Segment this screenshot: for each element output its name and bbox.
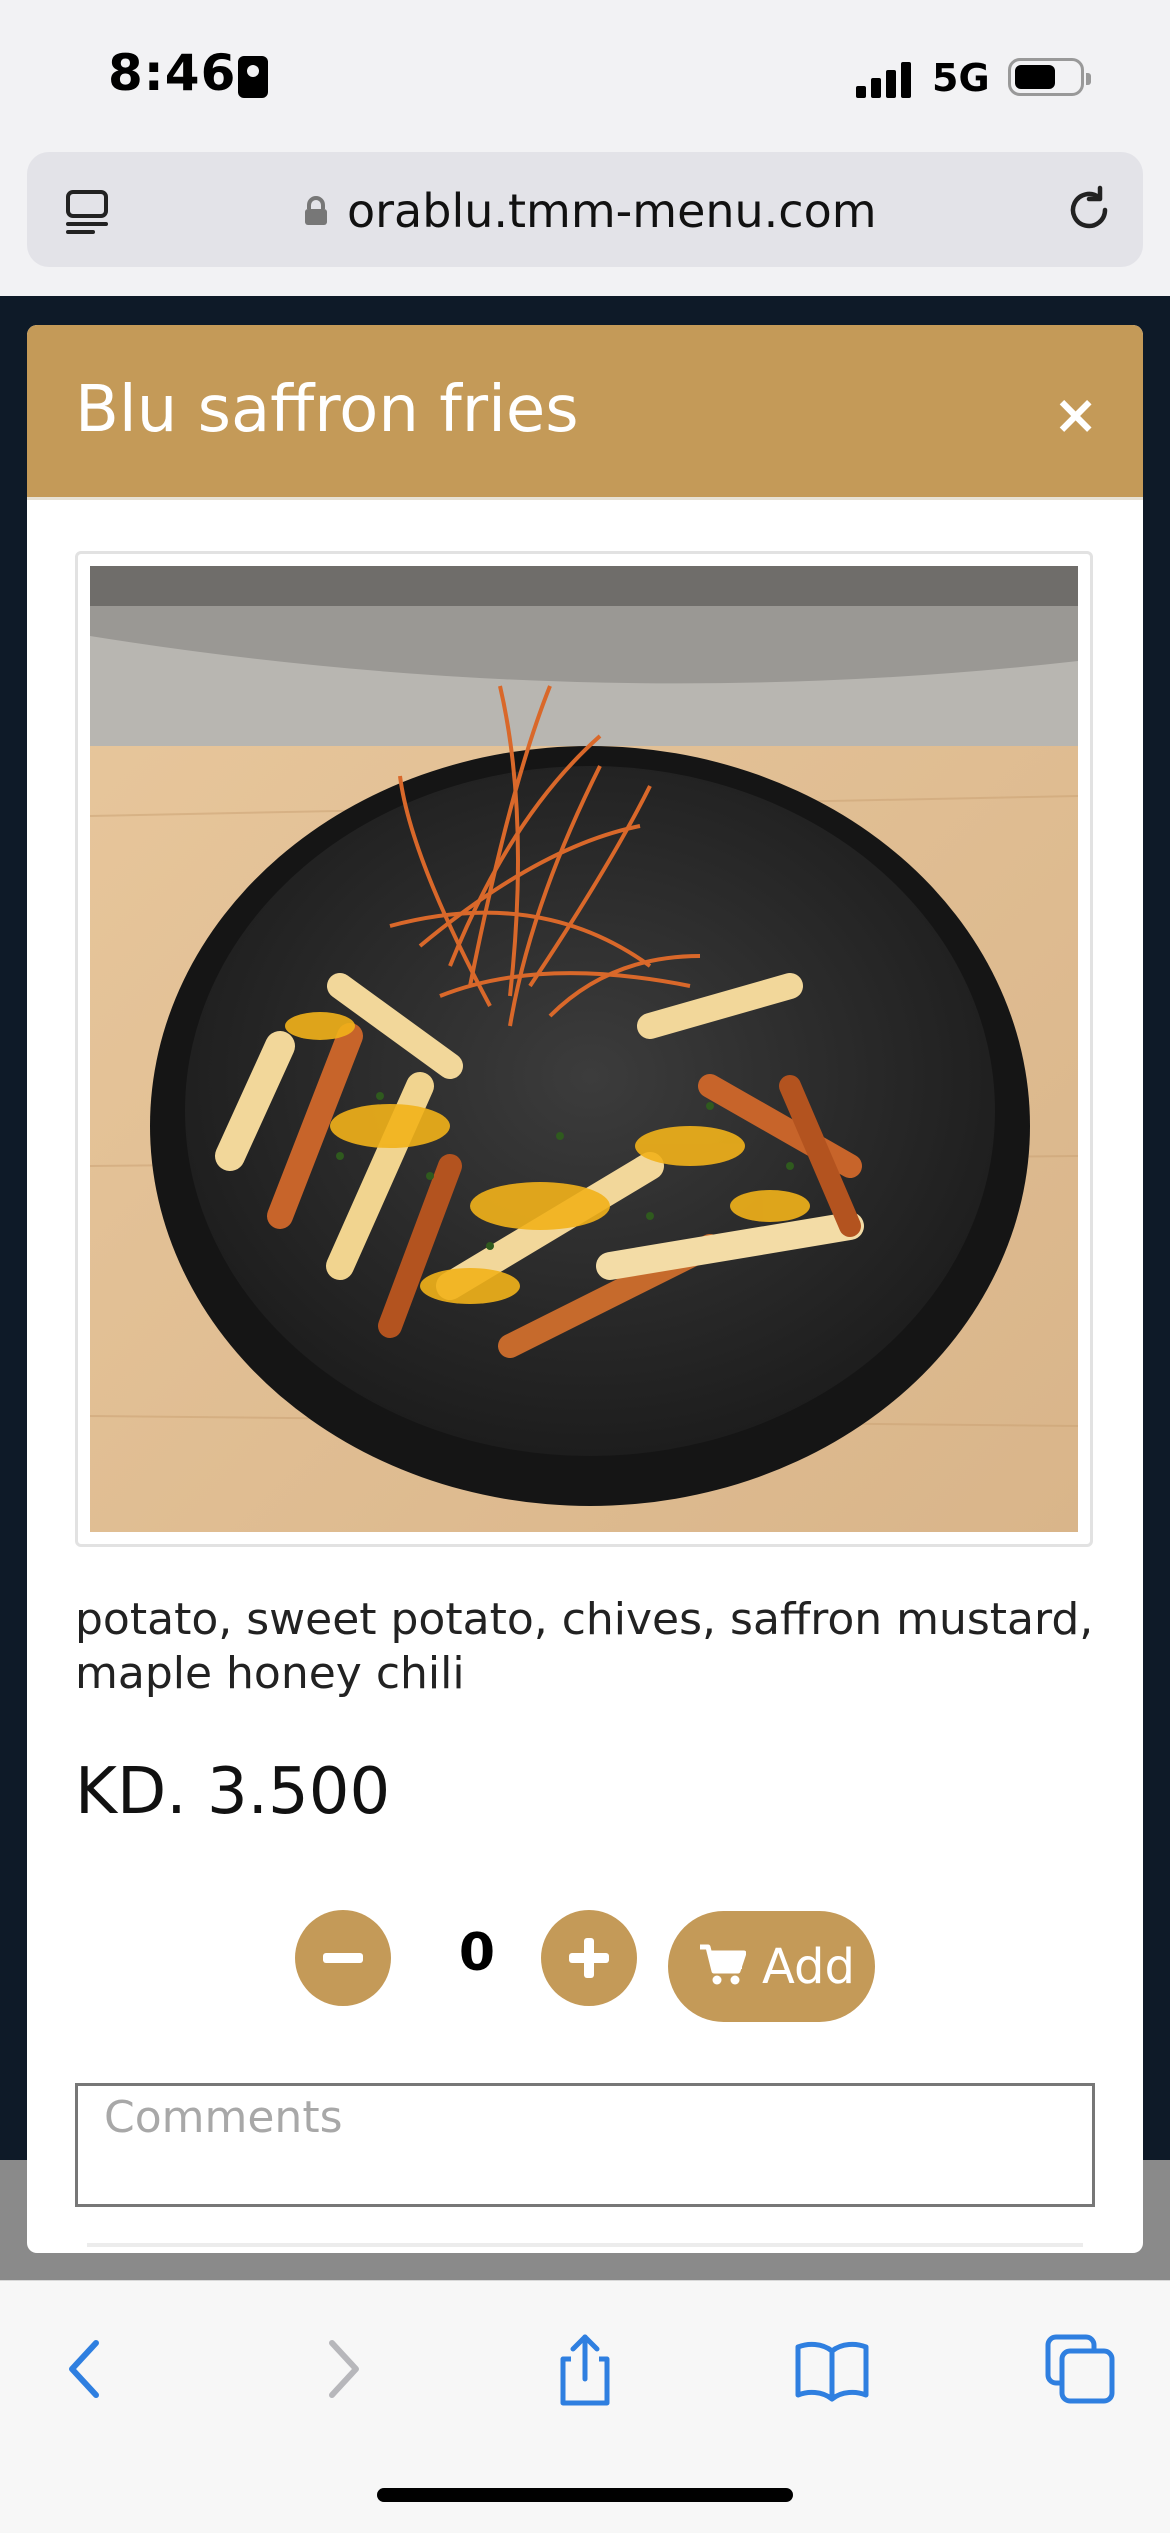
network-type: 5G	[932, 56, 990, 100]
plus-icon[interactable]	[541, 1910, 637, 2006]
comments-field[interactable]	[75, 2083, 1095, 2207]
url-text[interactable]: orablu.tmm-menu.com	[347, 184, 877, 238]
product-description: potato, sweet potato, chives, saffron mu…	[75, 1594, 1094, 1699]
product-image-frame	[75, 551, 1093, 1547]
product-modal: Blu saffron fries × potato, sweet potato…	[27, 325, 1143, 2253]
product-image	[90, 566, 1078, 1532]
address-bar[interactable]: orablu.tmm-menu.com	[27, 152, 1143, 267]
battery-icon	[1008, 58, 1091, 96]
modal-divider	[87, 2243, 1083, 2247]
share-icon[interactable]	[545, 2329, 625, 2409]
minus-icon[interactable]	[295, 1910, 391, 2006]
id-badge-icon	[238, 56, 268, 98]
tabs-icon[interactable]	[63, 186, 113, 236]
home-indicator[interactable]	[377, 2488, 793, 2502]
close-icon[interactable]: ×	[1053, 383, 1098, 446]
status-bar: 8:46 5G	[0, 0, 1170, 150]
back-icon[interactable]	[48, 2329, 128, 2409]
bookmarks-icon[interactable]	[792, 2329, 872, 2409]
add-to-cart-button[interactable]: Add	[668, 1911, 875, 2022]
reload-icon[interactable]	[1061, 182, 1117, 238]
status-time: 8:46	[108, 44, 237, 102]
quantity-value: 0	[458, 1923, 496, 1983]
lock-icon	[305, 196, 327, 225]
signal-icon	[856, 58, 916, 98]
modal-header: Blu saffron fries ×	[27, 325, 1143, 500]
tabs-overview-icon[interactable]	[1040, 2329, 1120, 2409]
forward-icon[interactable]	[300, 2329, 380, 2409]
add-button-label: Add	[762, 1939, 855, 1995]
cart-icon	[700, 1944, 746, 1985]
modal-title: Blu saffron fries	[75, 373, 579, 447]
product-price: KD. 3.500	[75, 1755, 391, 1829]
